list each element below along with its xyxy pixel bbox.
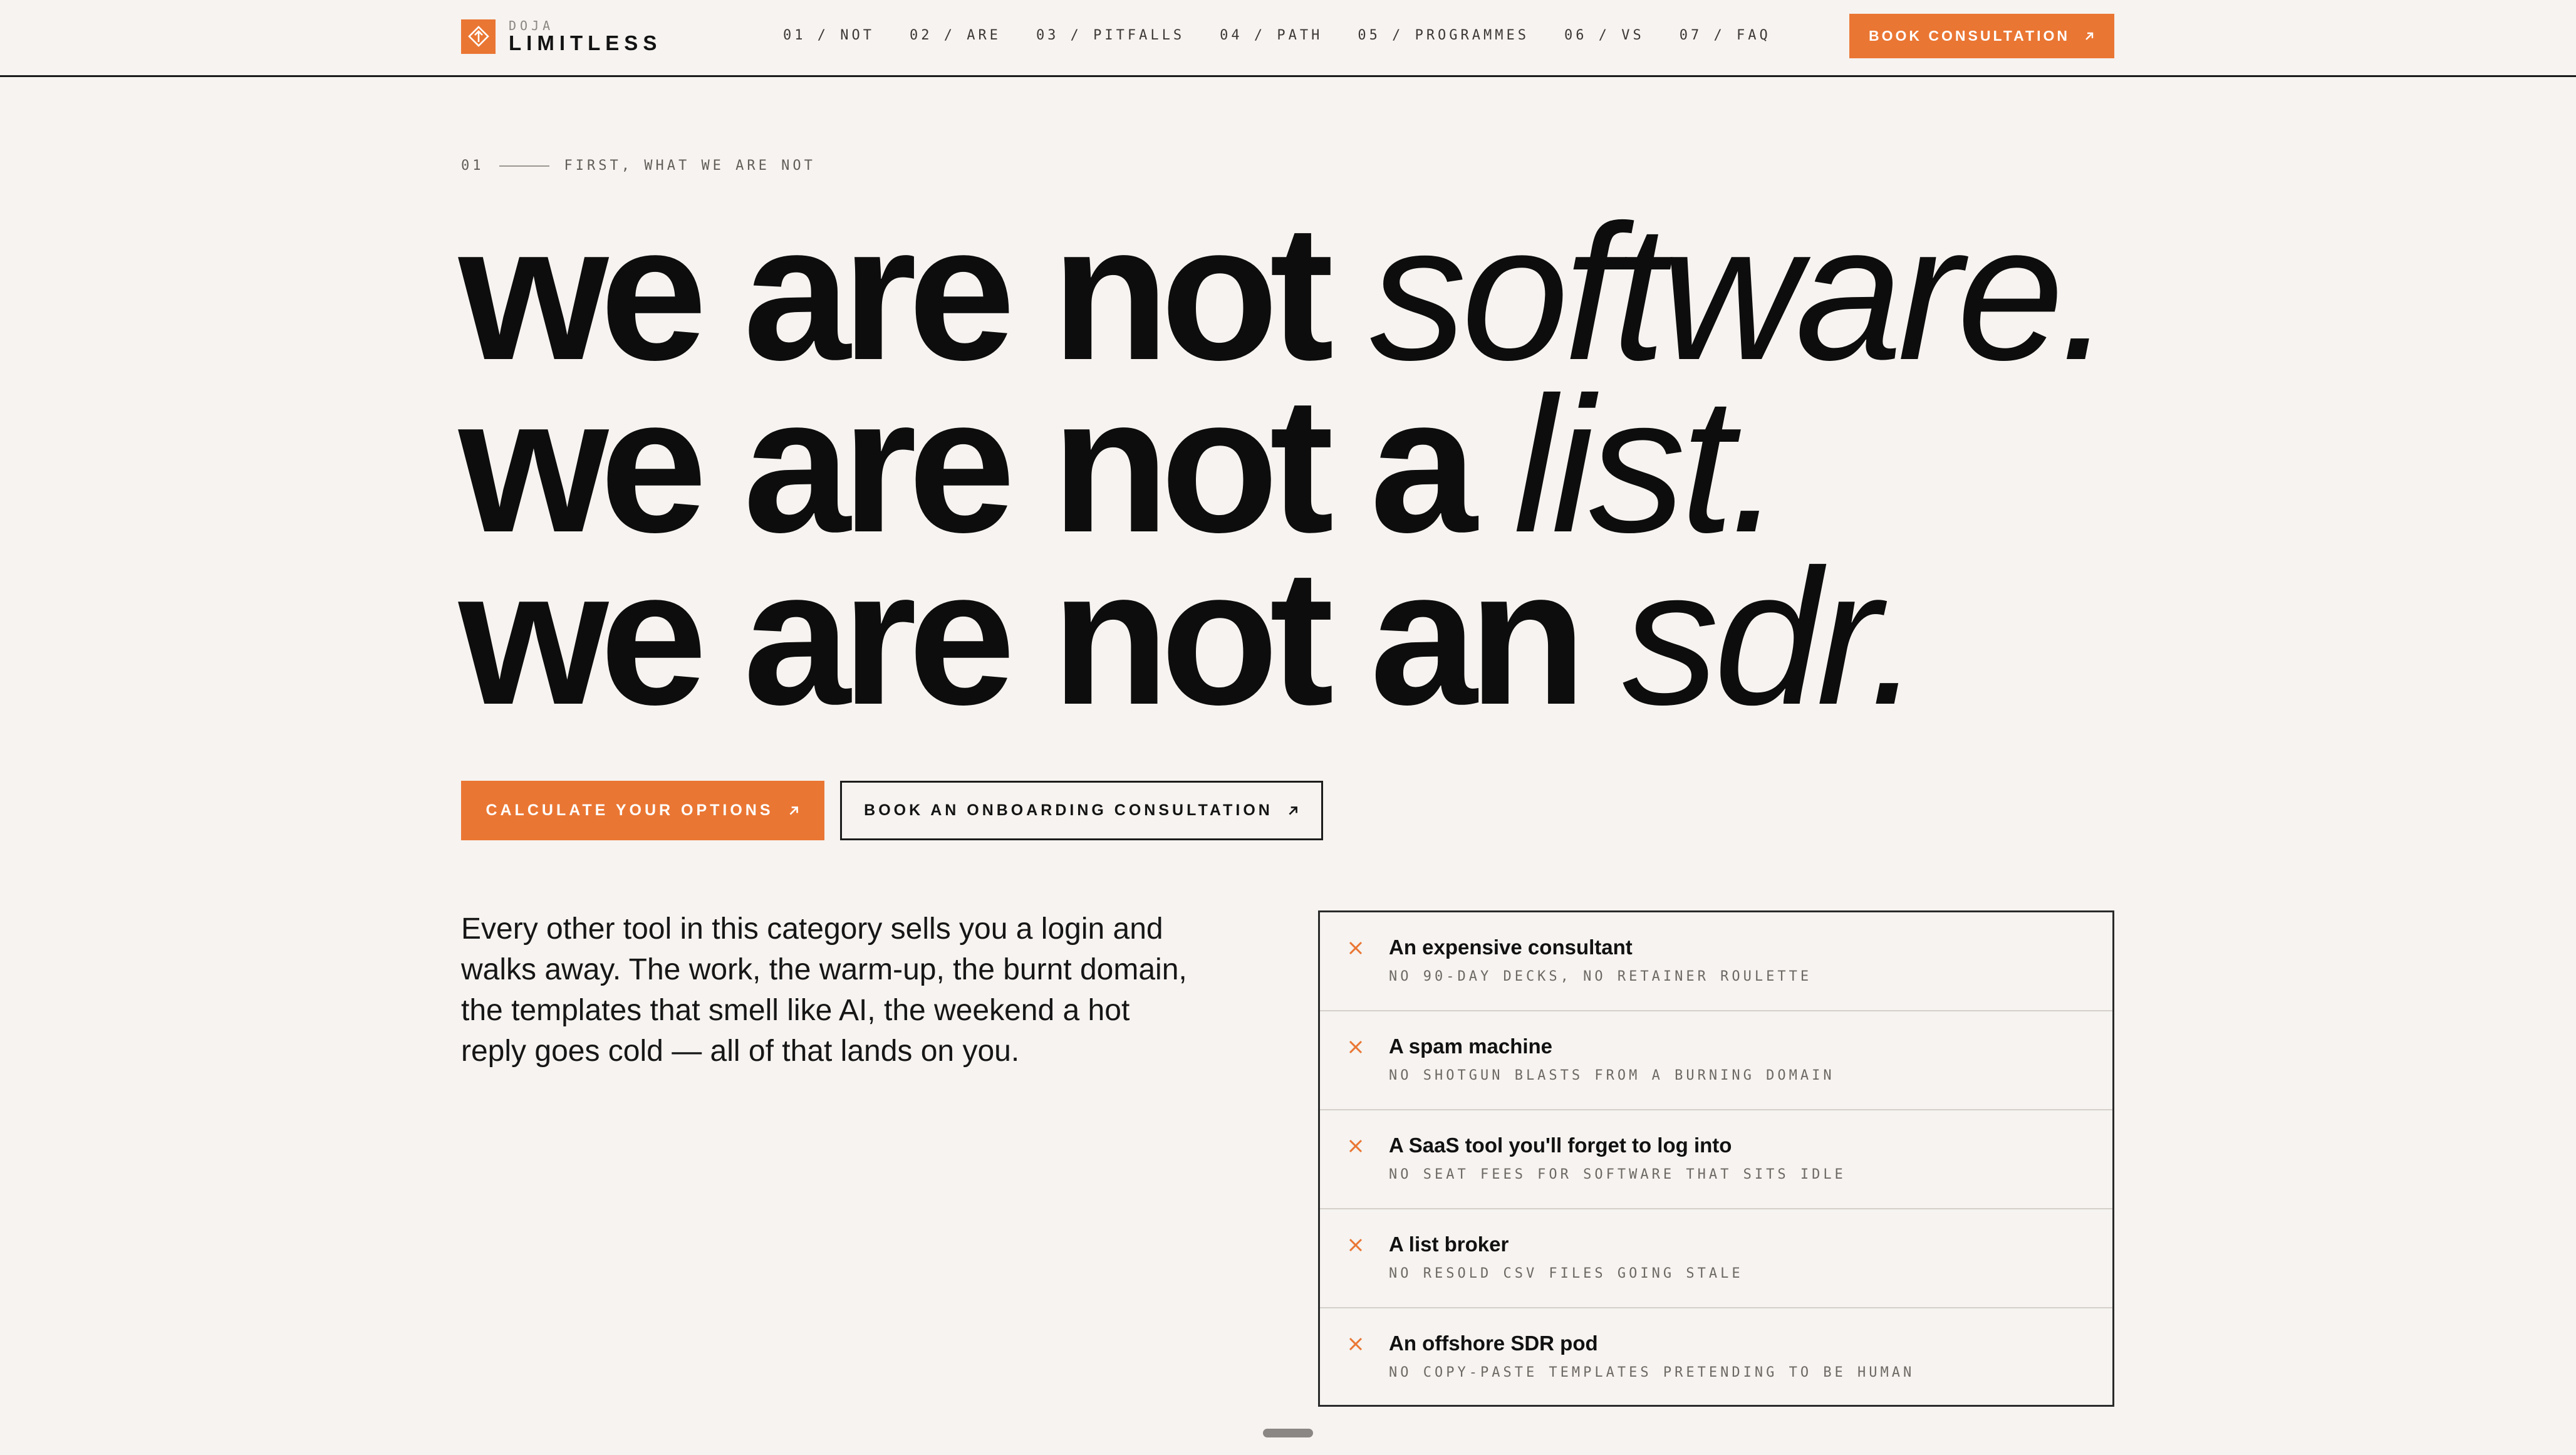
brand-logo[interactable]: DOJA LIMITLESS (461, 18, 662, 55)
nav-item-faq[interactable]: 07 / FAQ (1680, 26, 1771, 45)
eyebrow-divider (499, 165, 549, 167)
page: DOJA LIMITLESS 01 / NOT 02 / ARE 03 / PI… (0, 0, 2576, 1455)
book-consultation-label: BOOK CONSULTATION (1869, 28, 2070, 44)
section-number: 01 (461, 158, 484, 174)
arrow-up-right-icon (787, 805, 800, 817)
headline-line-3: we are not an sdr. (459, 541, 2108, 734)
list-item: A SaaS tool you'll forget to log into NO… (1320, 1110, 2112, 1209)
close-x-icon (1348, 940, 1364, 956)
list-item: A list broker NO RESOLD CSV FILES GOING … (1320, 1209, 2112, 1308)
headline-line-3-bold: we are not an (459, 529, 1586, 745)
list-item-title: A list broker (1389, 1233, 1509, 1256)
list-item-subtitle: NO SHOTGUN BLASTS FROM A BURNING DOMAIN (1389, 1068, 1835, 1083)
close-x-icon (1348, 1039, 1364, 1055)
nav-item-programmes[interactable]: 05 / PROGRAMMES (1358, 26, 1529, 45)
section-eyebrow-label: FIRST, WHAT WE ARE NOT (564, 158, 816, 174)
headline-line-2: we are not a list. (459, 368, 2108, 561)
calculate-options-label: CALCULATE YOUR OPTIONS (486, 801, 774, 819)
book-onboarding-label: BOOK AN ONBOARDING CONSULTATION (864, 801, 1273, 819)
list-item: An offshore SDR pod NO COPY-PASTE TEMPLA… (1320, 1308, 2112, 1407)
diamond-arrow-icon (461, 19, 496, 54)
not-list-card: An expensive consultant NO 90-DAY DECKS,… (1318, 910, 2114, 1407)
nav-item-are[interactable]: 02 / ARE (910, 26, 1001, 45)
calculate-options-button[interactable]: CALCULATE YOUR OPTIONS (461, 781, 824, 840)
brand-name: LIMITLESS (509, 31, 662, 55)
top-navigation-bar: DOJA LIMITLESS 01 / NOT 02 / ARE 03 / PI… (0, 0, 2576, 77)
hero-actions: CALCULATE YOUR OPTIONS BOOK AN ONBOARDIN… (461, 781, 1323, 840)
close-x-icon (1348, 1336, 1364, 1352)
brand-wordmark: DOJA LIMITLESS (509, 19, 662, 54)
list-item-subtitle: NO SEAT FEES FOR SOFTWARE THAT SITS IDLE (1389, 1167, 1846, 1182)
headline-line-3-italic: sdr. (1622, 529, 1922, 745)
intro-paragraph: Every other tool in this category sells … (461, 912, 1187, 1068)
list-item: A spam machine NO SHOTGUN BLASTS FROM A … (1320, 1011, 2112, 1110)
book-consultation-button[interactable]: BOOK CONSULTATION (1849, 14, 2114, 58)
scroll-handle[interactable] (1263, 1429, 1313, 1437)
arrow-up-right-icon (2084, 31, 2095, 42)
arrow-up-right-icon (1287, 805, 1299, 817)
list-item-subtitle: NO RESOLD CSV FILES GOING STALE (1389, 1266, 1743, 1281)
headline-line-1: we are not software. (459, 196, 2112, 389)
list-item-title: An offshore SDR pod (1389, 1332, 1598, 1355)
nav-item-pitfalls[interactable]: 03 / PITFALLS (1036, 26, 1185, 45)
list-item-title: An expensive consultant (1389, 936, 1633, 959)
hero-headline: we are not software. we are not a list. … (459, 196, 2112, 734)
list-item: An expensive consultant NO 90-DAY DECKS,… (1320, 912, 2112, 1011)
close-x-icon (1348, 1138, 1364, 1154)
brand-tagline: DOJA (509, 18, 554, 33)
nav-item-path[interactable]: 04 / PATH (1220, 26, 1322, 45)
list-item-title: A spam machine (1389, 1035, 1553, 1058)
list-item-title: A SaaS tool you'll forget to log into (1389, 1134, 1732, 1157)
nav-item-not[interactable]: 01 / NOT (783, 26, 875, 45)
section-eyebrow: 01 FIRST, WHAT WE ARE NOT (461, 158, 816, 174)
close-x-icon (1348, 1237, 1364, 1253)
list-item-subtitle: NO COPY-PASTE TEMPLATES PRETENDING TO BE… (1389, 1365, 1915, 1380)
book-onboarding-button[interactable]: BOOK AN ONBOARDING CONSULTATION (840, 781, 1323, 840)
list-item-subtitle: NO 90-DAY DECKS, NO RETAINER ROULETTE (1389, 969, 1812, 984)
section-nav: 01 / NOT 02 / ARE 03 / PITFALLS 04 / PAT… (783, 26, 1806, 45)
nav-item-vs[interactable]: 06 / VS (1564, 26, 1644, 45)
